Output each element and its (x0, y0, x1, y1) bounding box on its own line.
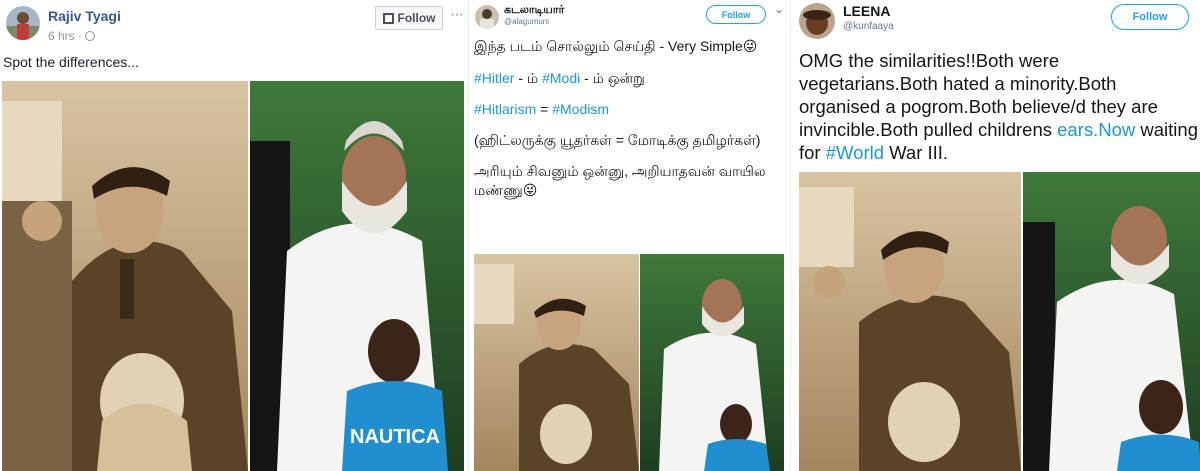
tweet-leena: LEENA @kunfaaya Follow OMG the similarit… (790, 0, 1200, 471)
tweet-line: (ஹிட்லருக்கு யூதர்கள் = மோடிக்கு தமிழர்க… (474, 132, 761, 148)
hashtag-link[interactable]: #Hitler (474, 70, 514, 86)
post-text: Spot the differences... (3, 54, 139, 70)
follow-button[interactable]: Follow (1111, 4, 1189, 30)
tweet-hashtag-line: #Hitlarism = #Modism (474, 100, 779, 119)
tweet-fragment: - ம் ஒன்று (580, 70, 645, 86)
author-name[interactable]: LEENA (843, 3, 890, 19)
tweet-tamil: கடலாடியார் @alagumuni Follow ⌄ இந்த படம்… (468, 0, 788, 471)
tweet-fragment: War III. (884, 142, 949, 163)
follow-label: Follow (397, 11, 436, 25)
author-handle[interactable]: @kunfaaya (843, 21, 894, 32)
hashtag-link[interactable]: #Hitlarism (474, 101, 536, 117)
tweet-photo[interactable] (799, 172, 1200, 471)
tweet-link[interactable]: ears.Now (1057, 119, 1135, 140)
author-name[interactable]: கடலாடியார் (504, 4, 564, 18)
tweet-hashtag-line: #Hitler - ம் #Modi - ம் ஒன்று (474, 69, 779, 88)
tweet-photo[interactable] (474, 254, 784, 471)
ellipsis-icon[interactable]: ··· (450, 6, 464, 24)
post-time[interactable]: 6 hrs · (48, 29, 96, 43)
author-avatar[interactable] (799, 3, 835, 39)
shirt-text: NAUTICA (350, 426, 440, 448)
tweet-text: இந்த படம் சொல்லும் செய்தி - Very Simple😜… (474, 37, 779, 200)
rss-icon (382, 12, 394, 24)
author-handle[interactable]: @alagumuni (504, 17, 549, 26)
author-avatar[interactable] (475, 5, 499, 29)
tweet-fragment: - ம் (514, 70, 543, 86)
globe-icon (85, 31, 96, 41)
tweet-fragment: = (536, 101, 553, 117)
author-avatar[interactable] (6, 6, 40, 40)
follow-button[interactable]: Follow (375, 6, 443, 30)
facebook-post: Rajiv Tyagi 6 hrs · Follow ··· Spot the … (0, 0, 468, 471)
post-time-text[interactable]: 6 hrs · (48, 29, 82, 43)
tweet-line: அரியும் சிவனும் ஒன்னு, அறியாதவன் வாயில ம… (474, 163, 766, 198)
chevron-down-icon[interactable]: ⌄ (774, 2, 784, 16)
tweet-text: OMG the similarities!!Both were vegetari… (799, 49, 1199, 164)
tweet-line: இந்த படம் சொல்லும் செய்தி - Very Simple😜 (474, 38, 758, 54)
hashtag-link[interactable]: #Modism (552, 101, 609, 117)
hashtag-link[interactable]: #Modi (542, 70, 580, 86)
post-photo[interactable]: NAUTICA (2, 81, 464, 471)
author-name[interactable]: Rajiv Tyagi (48, 8, 121, 24)
follow-button[interactable]: Follow (706, 5, 766, 24)
hashtag-link[interactable]: #World (826, 142, 884, 163)
